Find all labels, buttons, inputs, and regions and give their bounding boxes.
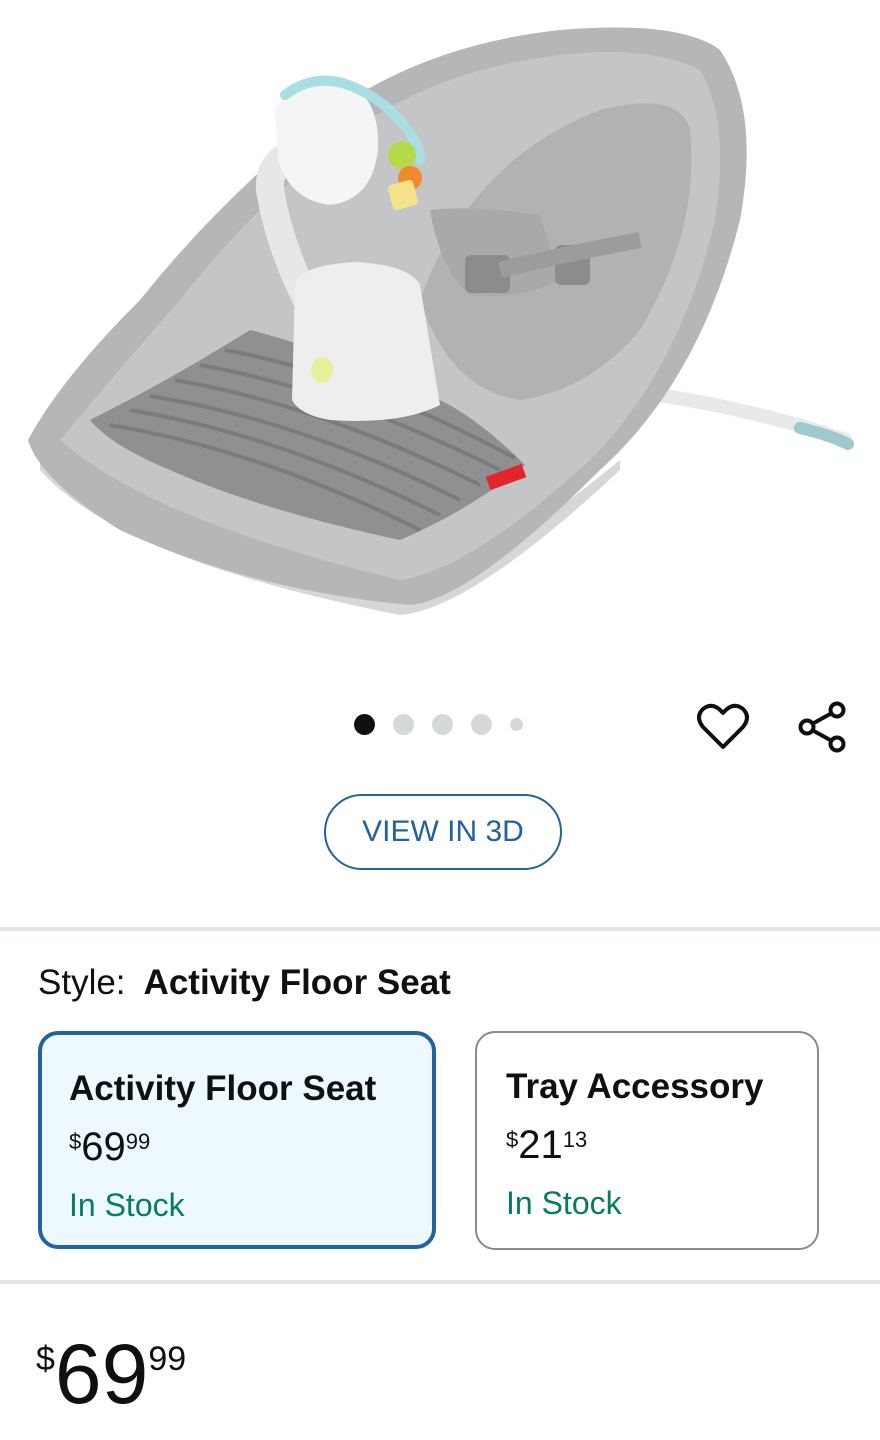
price-symbol: $ (69, 1129, 82, 1154)
carousel-dot-3[interactable] (432, 714, 453, 735)
carousel-dot-4[interactable] (471, 714, 492, 735)
price-symbol: $ (506, 1127, 519, 1152)
image-carousel-indicator[interactable] (354, 714, 523, 735)
product-image[interactable] (0, 0, 880, 680)
style-selected-value: Activity Floor Seat (143, 963, 451, 1002)
style-selector-label: Style: Activity Floor Seat (38, 963, 451, 1003)
price-whole: 69 (54, 1327, 149, 1421)
price-symbol: $ (36, 1340, 55, 1378)
option-price: $21 13 (506, 1125, 587, 1165)
option-name: Tray Accessory (506, 1067, 764, 1106)
price-whole: 21 (518, 1123, 563, 1167)
view-in-3d-button[interactable]: VIEW IN 3D (324, 794, 562, 870)
stock-status: In Stock (69, 1187, 185, 1223)
section-divider (0, 1280, 880, 1284)
share-button[interactable] (795, 700, 849, 754)
carousel-dot-1[interactable] (354, 714, 375, 735)
price-whole: 69 (81, 1125, 126, 1169)
product-price: $69 99 (36, 1332, 186, 1416)
carousel-dot-2[interactable] (393, 714, 414, 735)
heart-icon (697, 703, 749, 749)
section-divider (0, 927, 880, 931)
option-name: Activity Floor Seat (69, 1069, 377, 1108)
option-price: $69 99 (69, 1127, 150, 1167)
price-cents: 13 (562, 1127, 588, 1152)
price-cents: 99 (125, 1129, 151, 1154)
style-option-activity-floor-seat[interactable]: Activity Floor Seat $69 99 In Stock (38, 1031, 436, 1249)
price-cents: 99 (148, 1340, 187, 1378)
stock-status: In Stock (506, 1185, 622, 1221)
share-icon (798, 701, 846, 753)
favorite-button[interactable] (696, 700, 750, 754)
carousel-dot-5[interactable] (510, 718, 523, 731)
style-option-tray-accessory[interactable]: Tray Accessory $21 13 In Stock (475, 1031, 819, 1250)
style-label: Style: (38, 963, 126, 1002)
